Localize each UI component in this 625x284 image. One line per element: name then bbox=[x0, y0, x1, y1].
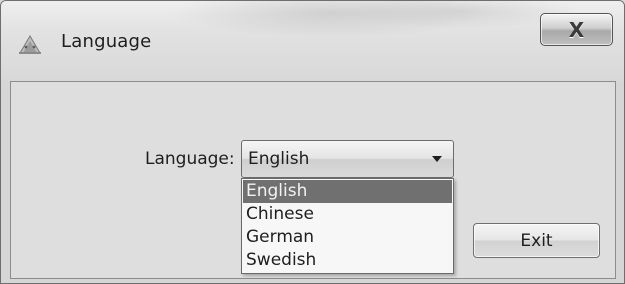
language-dropdown-list: English Chinese German Swedish bbox=[241, 178, 454, 274]
close-button[interactable]: X bbox=[540, 13, 613, 46]
language-dialog: Language X Language: English English Chi… bbox=[0, 0, 625, 284]
title-bar[interactable]: Language X bbox=[1, 1, 624, 81]
dialog-body: Language: English English Chinese German… bbox=[10, 81, 616, 279]
exit-button[interactable]: Exit bbox=[473, 223, 600, 258]
language-option-chinese[interactable]: Chinese bbox=[243, 203, 452, 226]
chevron-down-icon[interactable] bbox=[432, 156, 442, 162]
language-select-value: English bbox=[248, 149, 310, 169]
language-option-swedish[interactable]: Swedish bbox=[243, 249, 452, 272]
close-icon: X bbox=[568, 17, 585, 42]
language-select[interactable]: English bbox=[241, 140, 454, 178]
language-app-icon bbox=[19, 35, 41, 54]
language-label: Language: bbox=[145, 149, 235, 169]
language-option-german[interactable]: German bbox=[243, 226, 452, 249]
window-title: Language bbox=[61, 31, 152, 52]
language-option-english[interactable]: English bbox=[243, 180, 452, 203]
